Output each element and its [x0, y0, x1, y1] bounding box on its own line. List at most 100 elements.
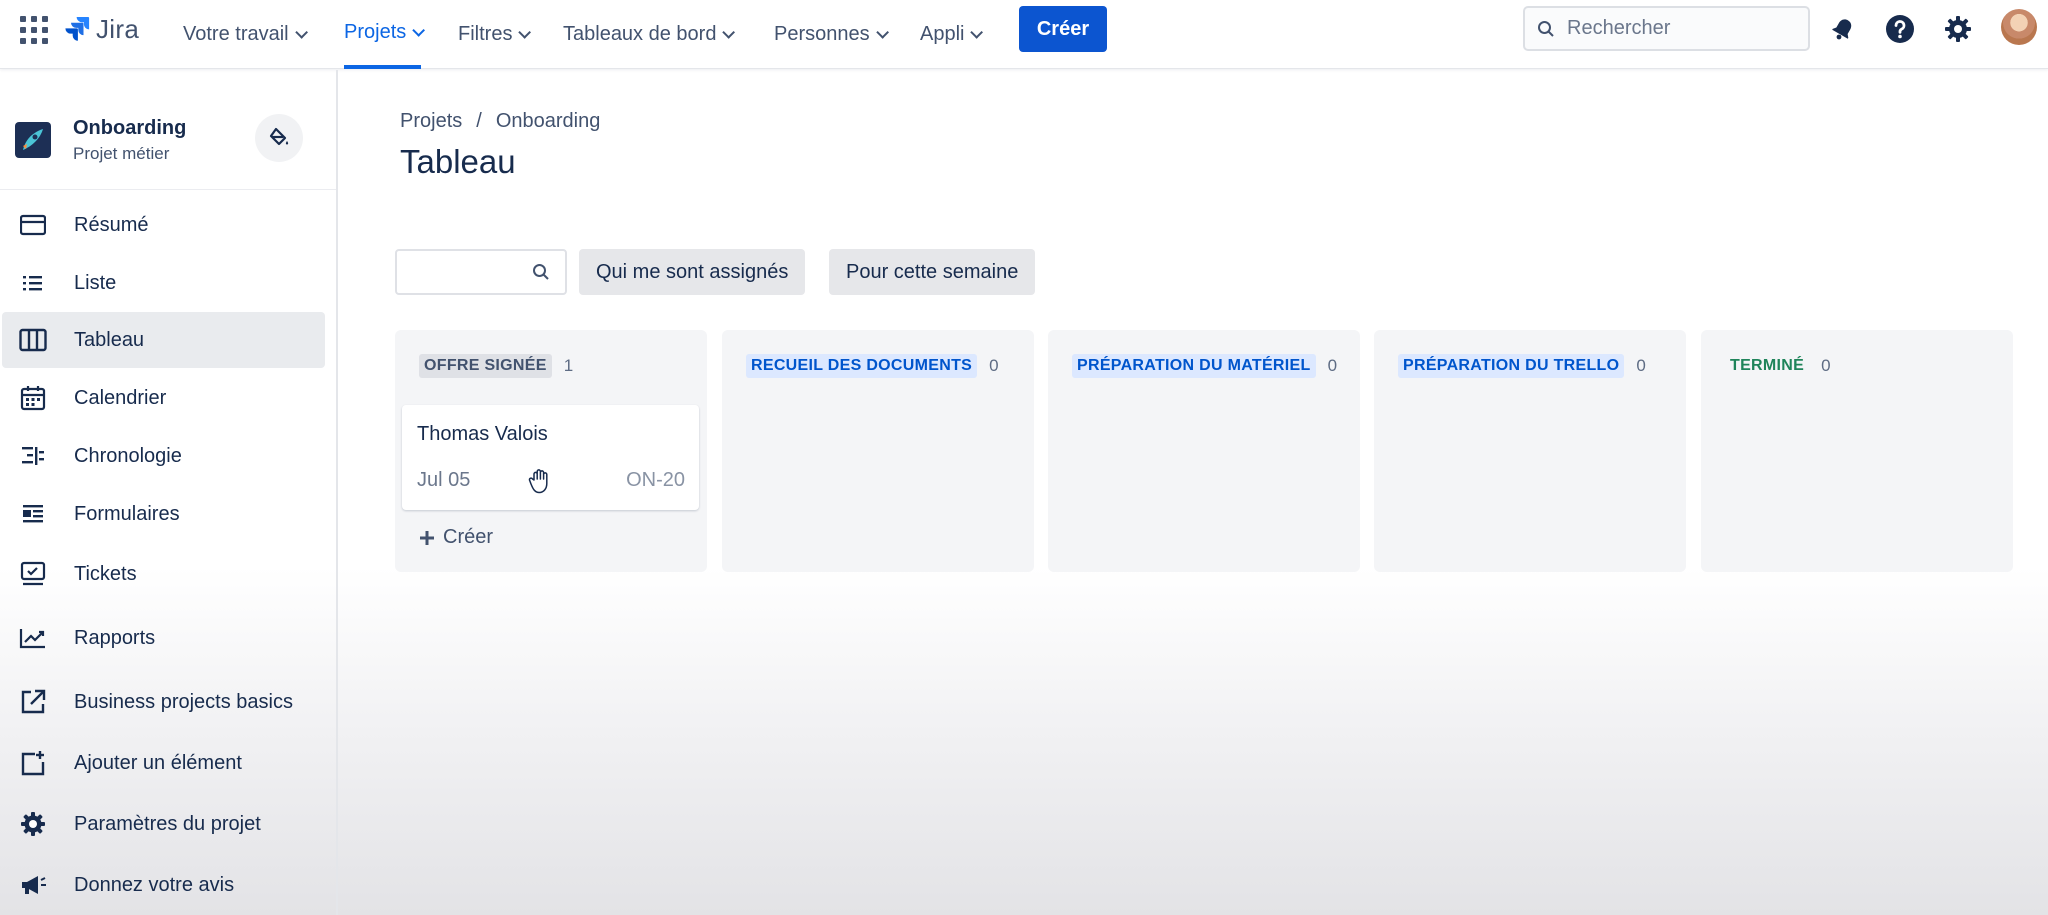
breadcrumb-onboarding[interactable]: Onboarding	[496, 110, 601, 133]
jira-logo-icon	[65, 16, 90, 41]
column-title: TERMINÉ	[1730, 357, 1805, 374]
sidebar-item-label: Rapports	[74, 626, 156, 649]
sidebar-item-label: Business projects basics	[74, 690, 293, 713]
nav-tableaux-de-bord[interactable]: Tableaux de bord	[563, 0, 736, 69]
board-column: TERMINÉ 0	[1701, 330, 2013, 572]
board-column: PRÉPARATION DU MATÉRIEL 0	[1048, 330, 1360, 572]
sidebar-item-ajouter-un-element[interactable]: Ajouter un élément	[2, 735, 325, 791]
forms-icon	[18, 499, 48, 529]
issue-card[interactable]: Thomas Valois Jul 05 ON-20	[402, 405, 699, 510]
sidebar-item-tickets[interactable]: Tickets	[2, 546, 325, 602]
column-count: 0	[1327, 356, 1338, 375]
summary-icon	[18, 210, 48, 240]
chevron-down-icon	[518, 26, 532, 39]
sidebar-item-label: Liste	[74, 271, 117, 294]
sidebar-item-label: Ajouter un élément	[74, 751, 242, 774]
card-issue-key: ON-20	[626, 469, 685, 491]
add-item-icon	[18, 748, 48, 778]
board-column: OFFRE SIGNÉE 1 Thomas Valois Jul 05 ON-2…	[395, 330, 707, 572]
board-column: RECUEIL DES DOCUMENTS 0	[722, 330, 1034, 572]
nav-votre-travail[interactable]: Votre travail	[183, 0, 308, 69]
column-count: 0	[989, 356, 999, 375]
board-search[interactable]	[395, 249, 567, 295]
nav-appli[interactable]: Appli	[920, 0, 984, 69]
gear-icon	[18, 809, 48, 839]
list-icon	[18, 268, 48, 298]
column-title: PRÉPARATION DU MATÉRIEL	[1072, 354, 1316, 378]
sidebar-item-label: Résumé	[74, 213, 149, 236]
top-navigation: Jira Votre travail Projets Filtres Table…	[0, 0, 2048, 69]
sidebar-item-donnez-votre-avis[interactable]: Donnez votre avis	[2, 857, 325, 913]
column-header: PRÉPARATION DU TRELLO 0	[1398, 354, 1646, 378]
column-title: OFFRE SIGNÉE	[419, 354, 552, 378]
sidebar-item-resume[interactable]: Résumé	[2, 197, 325, 253]
sidebar-item-liste[interactable]: Liste	[2, 255, 325, 311]
sidebar-item-formulaires[interactable]: Formulaires	[2, 486, 325, 542]
notifications-icon[interactable]	[1826, 12, 1860, 46]
nav-filtres[interactable]: Filtres	[458, 0, 532, 69]
project-sidebar: Onboarding Projet métier Résumé Liste Ta…	[0, 70, 338, 915]
help-icon[interactable]	[1883, 12, 1917, 46]
board-search-input[interactable]	[407, 261, 532, 283]
column-count: 0	[1821, 356, 1831, 375]
sidebar-item-calendrier[interactable]: Calendrier	[2, 370, 325, 426]
jira-logo[interactable]: Jira	[64, 13, 139, 45]
board-icon	[18, 325, 48, 355]
breadcrumb-separator: /	[476, 110, 482, 132]
sidebar-item-label: Donnez votre avis	[74, 873, 235, 896]
sidebar-item-tableau[interactable]: Tableau	[2, 312, 325, 368]
reports-icon	[18, 623, 48, 653]
megaphone-icon	[18, 870, 48, 900]
column-header: PRÉPARATION DU MATÉRIEL 0	[1072, 354, 1337, 378]
card-due-date: Jul 05	[417, 469, 471, 491]
column-count: 1	[563, 356, 574, 375]
chevron-down-icon	[970, 26, 984, 39]
avatar[interactable]	[2001, 9, 2037, 45]
chevron-down-icon	[875, 26, 889, 39]
settings-icon[interactable]	[1941, 12, 1975, 46]
filter-this-week-button[interactable]: Pour cette semaine	[829, 249, 1036, 295]
filter-assigned-to-me-button[interactable]: Qui me sont assignés	[579, 249, 806, 295]
chevron-down-icon	[722, 26, 736, 39]
sidebar-item-label: Chronologie	[74, 444, 182, 467]
search-input[interactable]	[1567, 17, 1787, 40]
external-link-icon	[18, 687, 48, 717]
column-count: 0	[1636, 356, 1646, 375]
sidebar-divider	[0, 189, 336, 190]
nav-personnes[interactable]: Personnes	[774, 0, 889, 69]
global-search[interactable]	[1523, 6, 1810, 51]
column-create-label: Créer	[443, 526, 494, 548]
tickets-icon	[18, 559, 48, 589]
page-title: Tableau	[400, 143, 516, 180]
breadcrumb-projets[interactable]: Projets	[400, 110, 462, 133]
chevron-down-icon	[294, 26, 308, 39]
column-create-button[interactable]: Créer	[419, 526, 493, 549]
grab-hand-cursor-icon	[528, 469, 548, 494]
sidebar-item-chronologie[interactable]: Chronologie	[2, 428, 325, 484]
project-type: Projet métier	[73, 144, 170, 163]
column-title: RECUEIL DES DOCUMENTS	[746, 354, 978, 378]
plus-icon	[420, 530, 434, 545]
project-name: Onboarding	[73, 117, 187, 139]
column-header: TERMINÉ 0	[1725, 354, 1831, 378]
theme-paint-button[interactable]	[255, 114, 303, 162]
breadcrumb: Projets / Onboarding	[400, 110, 600, 133]
jira-wordmark: Jira	[96, 13, 140, 44]
column-title: PRÉPARATION DU TRELLO	[1398, 354, 1625, 378]
calendar-icon	[18, 383, 48, 413]
sidebar-item-label: Formulaires	[74, 502, 180, 525]
create-button[interactable]: Créer	[1019, 6, 1107, 52]
sidebar-item-label: Tickets	[74, 562, 137, 585]
sidebar-item-label: Calendrier	[74, 386, 167, 409]
sidebar-item-rapports[interactable]: Rapports	[2, 610, 325, 666]
chevron-down-icon	[412, 24, 426, 37]
paint-bucket-icon	[269, 127, 289, 146]
timeline-icon	[18, 441, 48, 471]
sidebar-item-parametres-du-projet[interactable]: Paramètres du projet	[2, 796, 325, 852]
sidebar-item-business-projects-basics[interactable]: Business projects basics	[2, 674, 325, 730]
search-icon	[1538, 20, 1554, 37]
apps-grid-icon[interactable]	[20, 16, 48, 44]
project-avatar-icon	[15, 122, 51, 158]
column-header: OFFRE SIGNÉE 1	[419, 354, 573, 378]
nav-projets[interactable]: Projets	[344, 0, 426, 69]
